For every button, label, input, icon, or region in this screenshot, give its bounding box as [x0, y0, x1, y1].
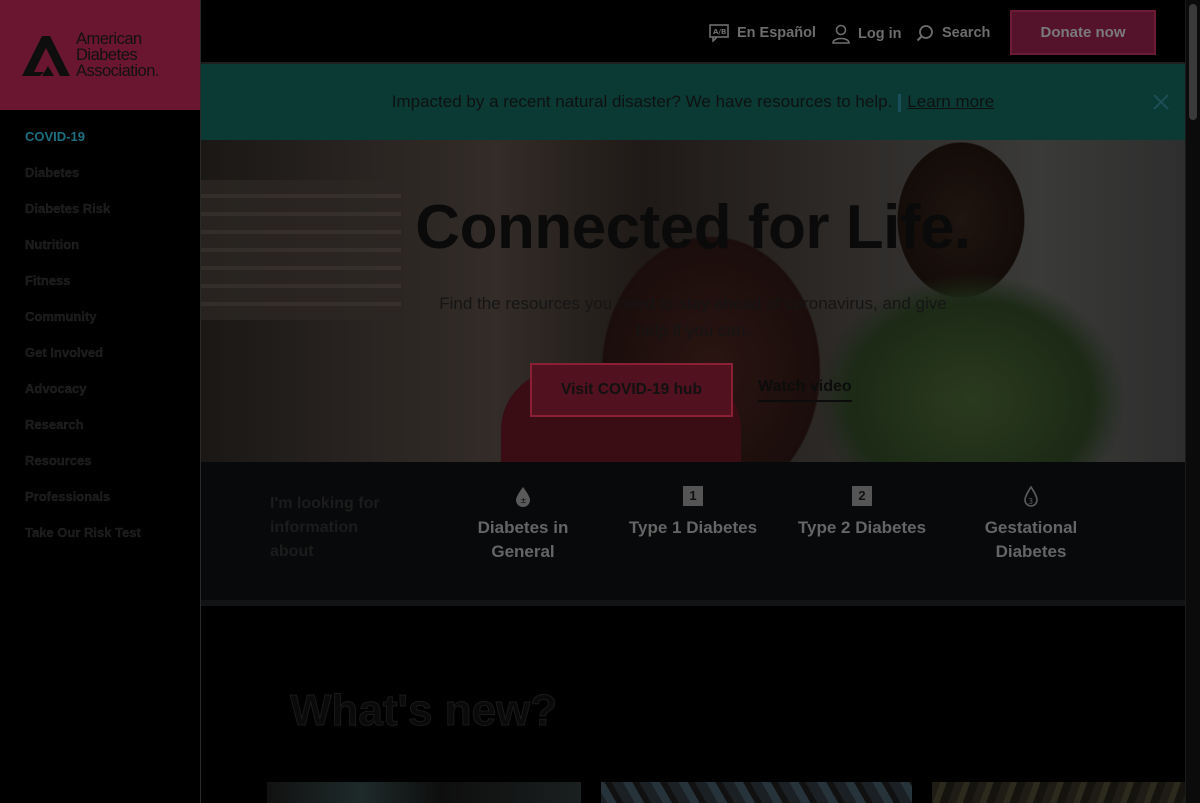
- login-label: Log in: [858, 26, 902, 42]
- type-1-badge: 1: [683, 486, 703, 506]
- search-link[interactable]: Search: [916, 24, 990, 42]
- category-label: Diabetes in General: [477, 518, 569, 561]
- alert-banner: Impacted by a recent natural disaster? W…: [201, 64, 1185, 140]
- category-label: Gestational Diabetes: [984, 518, 1078, 561]
- watch-video-link[interactable]: Watch video: [758, 378, 852, 402]
- whats-new-title: What's new?: [289, 686, 558, 736]
- page-scrollbar[interactable]: [1185, 0, 1200, 803]
- espanol-label: En Español: [737, 25, 816, 41]
- sidebar-item-diabetes[interactable]: Diabetes: [25, 164, 141, 200]
- sidebar-item-community[interactable]: Community: [25, 308, 141, 344]
- category-type-1[interactable]: 1 Type 1 Diabetes: [613, 486, 773, 540]
- category-diabetes-general[interactable]: ± Diabetes in General: [463, 486, 583, 564]
- search-icon: [916, 25, 933, 42]
- sidebar-item-research[interactable]: Research: [25, 416, 141, 452]
- news-card-3-image[interactable]: [932, 782, 1185, 803]
- search-label: Search: [942, 25, 991, 41]
- sidebar-item-get-involved[interactable]: Get Involved: [25, 344, 141, 380]
- espanol-link[interactable]: A/B En Español: [709, 24, 816, 42]
- scrollbar-thumb[interactable]: [1189, 4, 1197, 120]
- translate-icon: A/B: [709, 24, 729, 42]
- sidebar: American Diabetes Association. COVID-19 …: [0, 0, 201, 803]
- category-type-2[interactable]: 2 Type 2 Diabetes: [782, 486, 942, 540]
- news-card-1-image[interactable]: [267, 782, 581, 803]
- sidebar-item-professionals[interactable]: Professionals: [25, 488, 141, 524]
- category-label: Type 1 Diabetes: [628, 518, 758, 537]
- sidebar-item-advocacy[interactable]: Advocacy: [25, 380, 141, 416]
- info-label: I'm looking for information about: [270, 495, 380, 560]
- category-label: Type 2 Diabetes: [797, 518, 927, 537]
- sidebar-item-fitness[interactable]: Fitness: [25, 272, 141, 308]
- logo-line-2: Diabetes: [76, 46, 138, 64]
- sidebar-nav: COVID-19 Diabetes Diabetes Risk Nutritio…: [25, 128, 141, 560]
- logo-line-1: American: [76, 30, 142, 48]
- sidebar-item-diabetes-risk[interactable]: Diabetes Risk: [25, 200, 141, 236]
- sidebar-item-resources[interactable]: Resources: [25, 452, 141, 488]
- drop-3-icon: 3: [1024, 486, 1038, 507]
- top-header: A/B En Español Log in Search Donate now: [201, 0, 1185, 64]
- sidebar-item-risk-test[interactable]: Take Our Risk Test: [25, 524, 141, 560]
- logo-text: American Diabetes Association.: [76, 30, 159, 80]
- type-1-badge-icon: 1: [613, 486, 773, 508]
- sidebar-item-nutrition[interactable]: Nutrition: [25, 236, 141, 272]
- hero-subtitle: Find the resources you need to stay ahea…: [439, 294, 947, 340]
- alert-separator: [898, 93, 902, 112]
- sidebar-item-covid-19[interactable]: COVID-19: [25, 128, 141, 164]
- alert-message: Impacted by a recent natural disaster? W…: [392, 92, 994, 112]
- page: American Diabetes Association. COVID-19 …: [0, 0, 1200, 803]
- hero-title: Connected for Life.: [415, 193, 971, 262]
- type-2-badge-icon: 2: [782, 486, 942, 508]
- info-selector: I'm looking for information about ± Diab…: [201, 462, 1185, 606]
- covid-hub-button[interactable]: Visit COVID-19 hub: [530, 363, 733, 417]
- type-2-badge: 2: [852, 486, 872, 506]
- logo-line-3: Association.: [76, 62, 159, 80]
- whats-new-section: What's new?: [201, 612, 1185, 803]
- ada-logo-mark-icon: [22, 36, 70, 76]
- category-gestational[interactable]: 3 Gestational Diabetes: [966, 486, 1096, 564]
- hero-section: Connected for Life. Find the resources y…: [201, 140, 1185, 462]
- alert-text: Impacted by a recent natural disaster? W…: [391, 92, 893, 111]
- login-link[interactable]: Log in: [832, 24, 902, 44]
- svg-text:±: ±: [520, 496, 527, 505]
- drop-icon: ±: [516, 487, 530, 507]
- donate-button[interactable]: Donate now: [1010, 10, 1156, 55]
- news-card-2-image[interactable]: [601, 782, 912, 803]
- learn-more-link[interactable]: Learn more: [907, 92, 994, 111]
- close-icon[interactable]: [1151, 92, 1171, 112]
- logo[interactable]: American Diabetes Association.: [0, 0, 200, 110]
- svg-text:A/B: A/B: [713, 28, 726, 36]
- user-icon: [832, 24, 850, 44]
- svg-text:3: 3: [1028, 497, 1033, 506]
